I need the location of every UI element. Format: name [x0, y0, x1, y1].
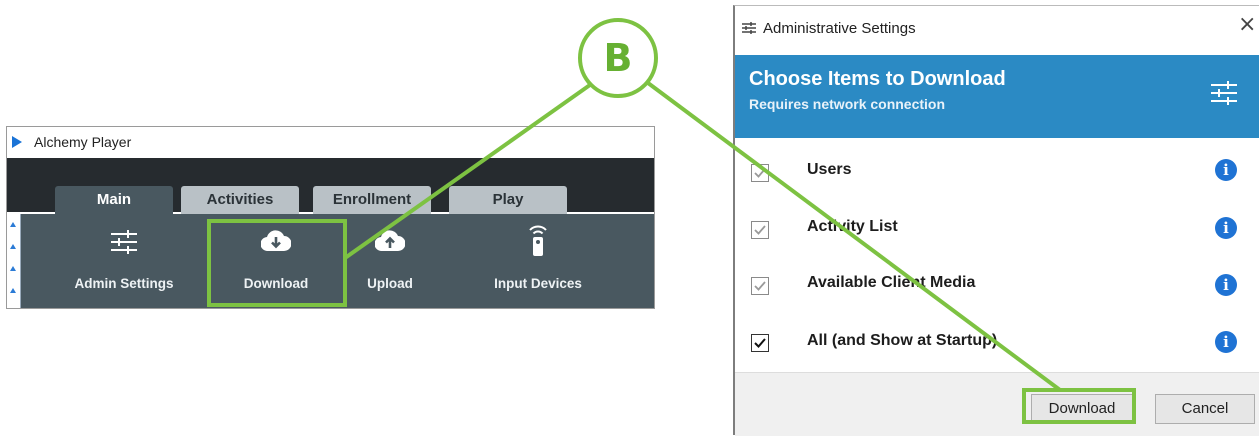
callout-line-to-dialog-download: [642, 78, 1062, 392]
callout-badge: B: [578, 18, 658, 98]
dialog-download-highlight-box: [1022, 388, 1136, 424]
download-highlight-box: [207, 219, 347, 307]
callout-line-to-ribbon-download: [343, 78, 599, 260]
